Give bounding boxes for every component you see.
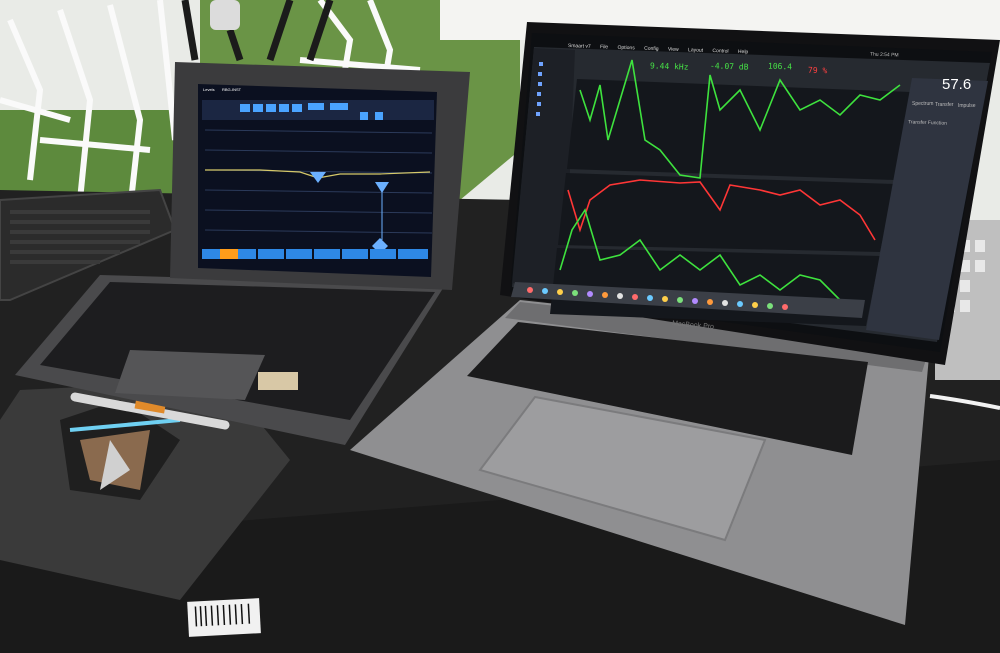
frequency-readout: 9.44 kHz — [649, 61, 689, 72]
menu-layout[interactable]: Layout — [688, 47, 703, 54]
menu-config[interactable]: Config — [644, 46, 659, 53]
tablet-tab-levels[interactable]: Levels — [203, 87, 215, 92]
tablet-sticker — [258, 372, 298, 390]
menu-control[interactable]: Control — [712, 48, 728, 55]
tablet-trackpad — [115, 350, 265, 400]
photo-scene: Smaart v7 File Options Config View Layou… — [0, 0, 1000, 653]
magnitude-plot — [558, 173, 895, 252]
tablet-tab-inst[interactable]: RBG-INST — [222, 87, 241, 92]
menubar-clock: Thu 2:54 PM — [869, 51, 899, 59]
phase-plot — [567, 79, 910, 180]
coherence-readout: 79 % — [807, 65, 828, 76]
menu-app[interactable]: Smaart v7 — [568, 43, 591, 50]
menu-options[interactable]: Options — [617, 45, 634, 52]
scene-graphics — [0, 0, 1000, 653]
magnitude-readout: -4.07 dB — [709, 61, 749, 72]
menu-help[interactable]: Help — [738, 49, 749, 55]
level-readout: 106.4 — [767, 61, 793, 72]
side-tab-impulse[interactable]: Impulse — [958, 103, 976, 109]
side-tab-spectrum[interactable]: Spectrum — [912, 101, 933, 107]
side-tab-transfer[interactable]: Transfer — [935, 102, 953, 108]
menu-file[interactable]: File — [600, 44, 608, 50]
spl-meter-value: 57.6 — [942, 76, 972, 93]
menu-view[interactable]: View — [668, 46, 679, 52]
